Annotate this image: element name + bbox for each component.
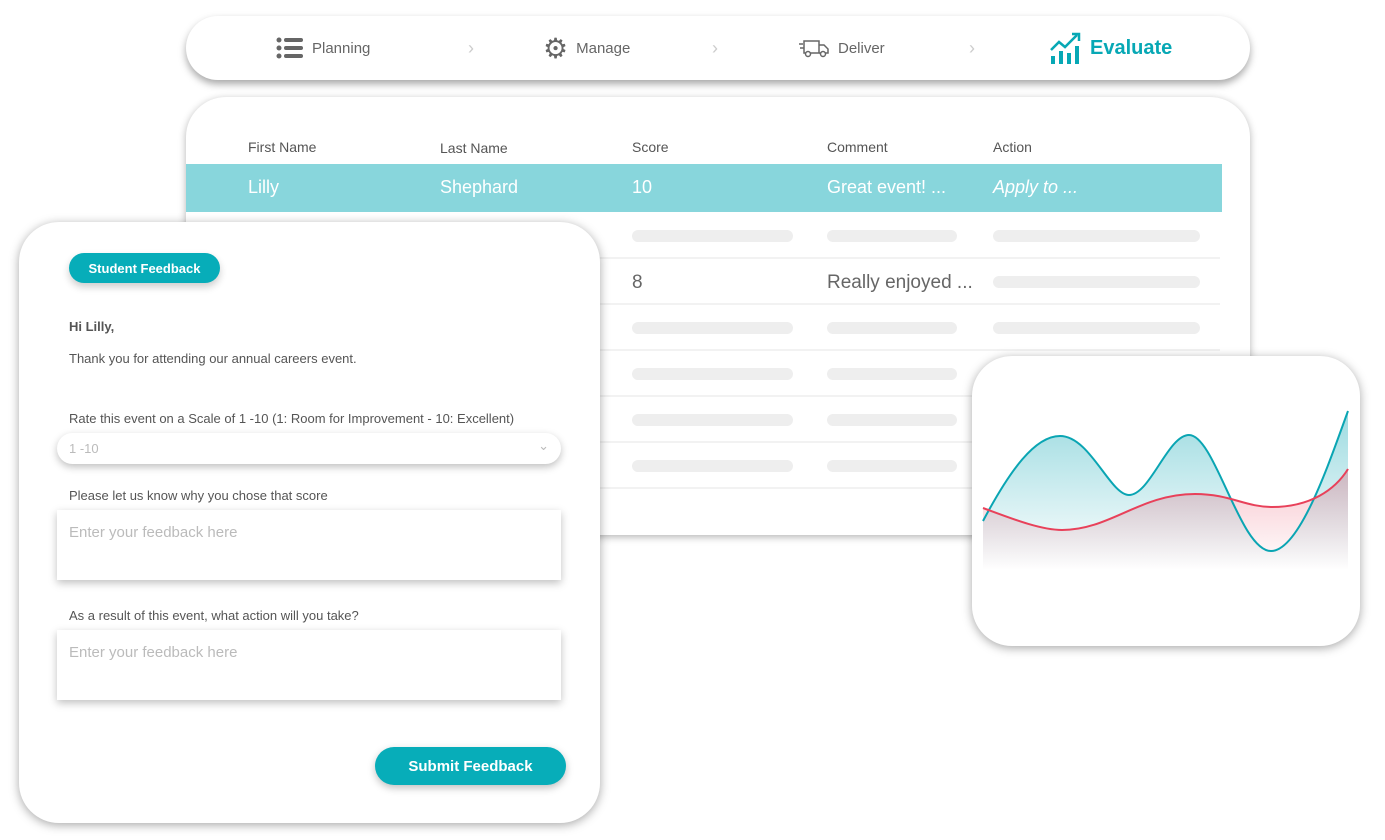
step-label: Deliver [838,39,885,57]
step-planning[interactable]: Planning [276,16,370,80]
placeholder-bar [632,230,793,242]
why-placeholder: Enter your feedback here [69,524,238,541]
list-icon [276,37,303,59]
rating-label: Rate this event on a Scale of 1 -10 (1: … [69,411,515,426]
step-manage[interactable]: ⚙ Manage [543,16,630,80]
placeholder-bar [827,460,957,472]
feedback-form: Student Feedback Hi Lilly, Thank you for… [19,222,600,823]
placeholder-bar [632,368,793,380]
cell-action: Apply to ... [993,177,1079,197]
rating-select-value: 1 -10 [69,441,99,456]
chevron-right-icon: › [712,38,718,58]
column-header[interactable]: Comment [827,139,888,155]
action-placeholder: Enter your feedback here [69,644,238,661]
column-header[interactable]: Action [993,139,1032,155]
placeholder-bar [632,414,793,426]
step-label: Evaluate [1090,36,1173,59]
gear-icon: ⚙ [543,32,569,64]
intro-text: Thank you for attending our annual caree… [69,351,357,366]
step-label: Planning [312,39,371,57]
truck-icon [799,40,829,58]
action-textarea[interactable]: Enter your feedback here [57,630,561,700]
placeholder-bar [993,276,1200,288]
placeholder-bar [632,322,793,334]
step-deliver[interactable]: Deliver [798,16,885,80]
trend-chart [982,410,1349,570]
placeholder-bar [827,414,957,426]
submit-feedback-button[interactable]: Submit Feedback [375,747,566,785]
action-label: As a result of this event, what action w… [69,608,359,623]
step-label: Manage [576,39,631,57]
placeholder-bar [827,230,957,242]
workflow-nav: Planning › ⚙ Manage › Deliver › Evaluate [186,16,1250,80]
placeholder-bar [632,460,793,472]
why-textarea[interactable]: Enter your feedback here [57,510,561,580]
cell-first-name: Lilly [248,177,280,197]
step-evaluate[interactable]: Evaluate [1050,16,1172,80]
placeholder-bar [827,322,957,334]
rating-select[interactable]: 1 -10 ⌄ [57,433,561,464]
trend-chart-card [972,356,1360,646]
chevron-right-icon: › [969,38,975,58]
why-label: Please let us know why you chose that sc… [69,488,328,503]
placeholder-bar [993,322,1200,334]
chart-growth-icon [1050,32,1081,64]
column-header[interactable]: Score [632,139,669,155]
column-header[interactable]: Last Name [440,140,508,156]
placeholder-bar [827,368,957,380]
placeholder-bar [993,230,1200,242]
cell-comment: Great event! ... [827,177,947,197]
greeting: Hi Lilly, [69,319,115,334]
chevron-right-icon: › [468,38,474,58]
chevron-down-icon: ⌄ [538,438,549,453]
cell-score: 8 [632,272,643,293]
column-header[interactable]: First Name [248,139,316,155]
table-row-selected[interactable]: Lilly Shephard 10 Great event! ... Apply… [186,164,1222,212]
cell-score: 10 [632,177,653,197]
student-feedback-badge: Student Feedback [69,253,220,283]
cell-comment: Really enjoyed ... [827,272,973,293]
cell-last-name: Shephard [440,177,519,197]
